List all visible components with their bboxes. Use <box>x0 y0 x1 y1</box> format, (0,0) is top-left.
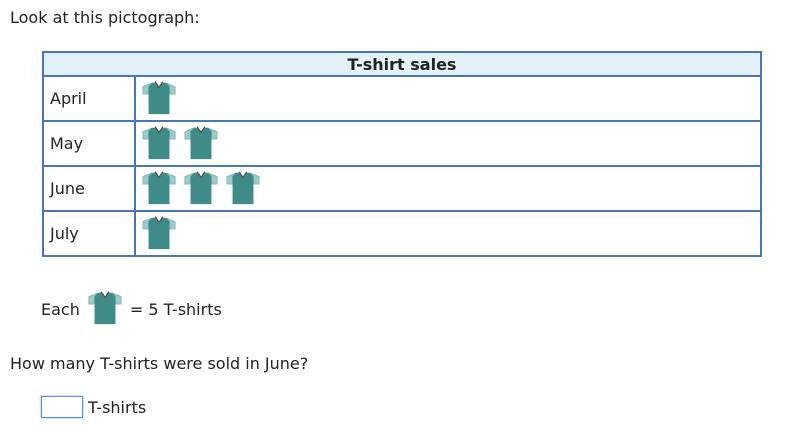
icon-row <box>140 123 760 165</box>
month-label: April <box>42 75 136 122</box>
month-label: May <box>42 120 136 167</box>
answer-unit: T-shirts <box>88 397 147 417</box>
icon-row <box>140 168 760 210</box>
icon-cell <box>134 165 762 212</box>
t-shirt-icon <box>140 168 178 210</box>
icon-cell <box>134 75 762 122</box>
table-row: May <box>42 120 762 167</box>
t-shirt-icon <box>224 168 262 210</box>
pictograph-table: T-shirt sales April May June July <box>42 51 762 257</box>
month-label: June <box>42 165 136 212</box>
icon-cell <box>134 210 762 257</box>
pictograph-title: T-shirt sales <box>42 51 762 77</box>
t-shirt-icon <box>140 213 178 255</box>
answer-input[interactable] <box>41 396 83 418</box>
t-shirt-icon <box>86 291 124 330</box>
key-icon-holder <box>86 288 124 330</box>
t-shirt-icon <box>140 123 178 165</box>
icon-cell <box>134 120 762 167</box>
table-row: April <box>42 75 762 122</box>
key-suffix: = 5 T-shirts <box>129 299 222 319</box>
t-shirt-icon <box>182 123 220 165</box>
intro-text: Look at this pictograph: <box>10 8 200 27</box>
icon-row <box>140 78 760 120</box>
answer-area: T-shirts <box>41 396 146 418</box>
t-shirt-icon <box>140 78 178 120</box>
icon-row <box>140 213 760 255</box>
table-row: July <box>42 210 762 257</box>
question-text: How many T-shirts were sold in June? <box>10 354 309 373</box>
pictograph-key: Each = 5 T-shirts <box>41 288 222 330</box>
t-shirt-icon <box>182 168 220 210</box>
table-row: June <box>42 165 762 212</box>
month-label: July <box>42 210 136 257</box>
key-prefix: Each <box>41 299 80 319</box>
